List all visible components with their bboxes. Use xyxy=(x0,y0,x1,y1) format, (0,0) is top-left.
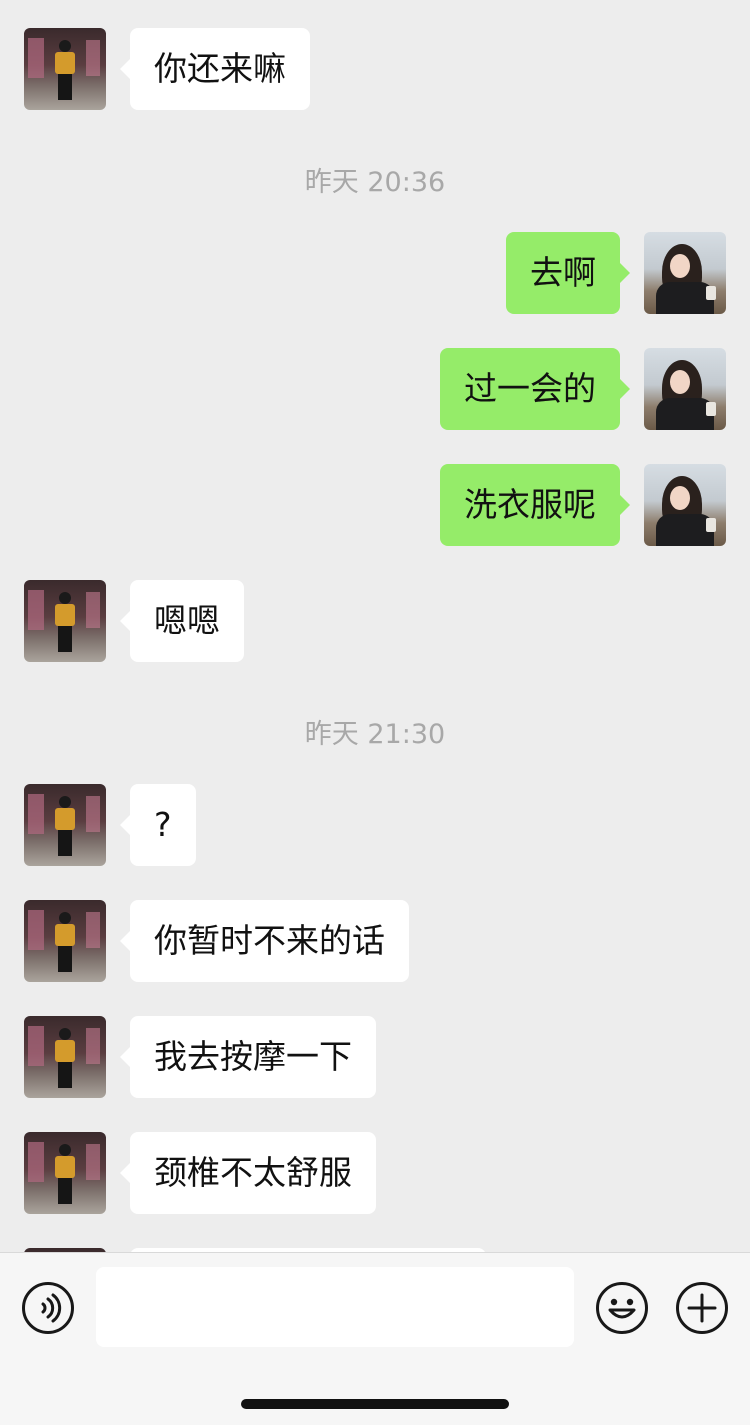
home-indicator[interactable] xyxy=(241,1399,509,1409)
message-bubble[interactable]: 你还来嘛 xyxy=(120,28,310,110)
timestamp: 昨天 20:36 xyxy=(304,167,446,198)
plus-icon xyxy=(676,1282,728,1334)
voice-button[interactable] xyxy=(21,1281,75,1335)
message-bubble[interactable]: 嗯嗯 xyxy=(120,580,244,662)
my-avatar[interactable] xyxy=(644,348,726,430)
message-bubble[interactable]: 去啊 xyxy=(506,232,630,314)
chat-area[interactable]: 你还来嘛 昨天 20:36 去啊 过一会的 洗衣服呢 嗯嗯 昨天 21:30 ?… xyxy=(0,0,750,1252)
contact-avatar[interactable] xyxy=(24,1016,106,1098)
message-input[interactable] xyxy=(96,1267,574,1347)
message-bubble[interactable]: 洗衣服呢 xyxy=(440,464,630,546)
message-bubble[interactable]: 你暂时不来的话 xyxy=(120,900,409,982)
message-bubble[interactable]: 我去按摩一下 xyxy=(120,1016,376,1098)
emoji-icon xyxy=(596,1282,648,1334)
emoji-button[interactable] xyxy=(595,1281,649,1335)
more-button[interactable] xyxy=(675,1281,729,1335)
my-avatar[interactable] xyxy=(644,232,726,314)
contact-avatar[interactable] xyxy=(24,580,106,662)
contact-avatar[interactable] xyxy=(24,900,106,982)
message-bubble[interactable]: 过一会的 xyxy=(440,348,630,430)
message-row-outgoing: 去啊 xyxy=(24,232,726,314)
input-toolbar xyxy=(0,1252,750,1425)
message-bubble[interactable]: 颈椎不太舒服 xyxy=(120,1132,376,1214)
message-bubble[interactable]: ? xyxy=(120,784,196,866)
contact-avatar[interactable] xyxy=(24,28,106,110)
my-avatar[interactable] xyxy=(644,464,726,546)
timestamp: 昨天 21:30 xyxy=(304,719,446,750)
contact-avatar[interactable] xyxy=(24,1132,106,1214)
message-row-outgoing: 过一会的 xyxy=(24,348,726,430)
voice-icon xyxy=(22,1282,74,1334)
contact-avatar[interactable] xyxy=(24,784,106,866)
message-row-outgoing: 洗衣服呢 xyxy=(24,464,726,546)
